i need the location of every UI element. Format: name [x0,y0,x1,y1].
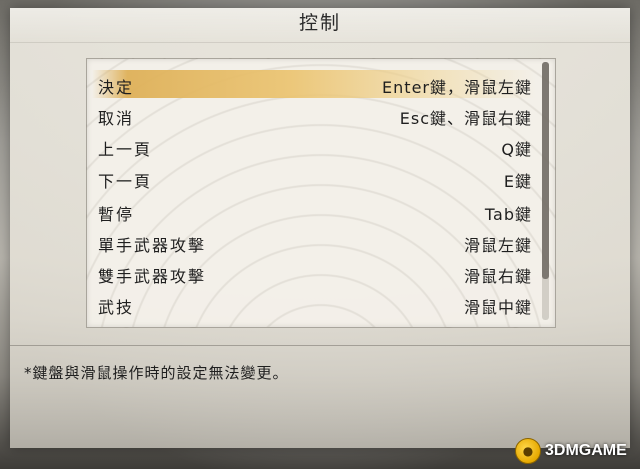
divider [10,345,630,346]
binding-action-label: 武技 [98,298,135,317]
binding-row-one-hand-attack[interactable]: 單手武器攻擊 滑鼠左鍵 [92,228,536,256]
watermark-logo: ● 3DMGAME [515,438,635,464]
binding-key-value: E鍵 [503,172,532,191]
binding-action-label: 上一頁 [98,140,153,159]
binding-key-value: 滑鼠中鍵 [463,298,532,317]
dialog-title: 控制 [298,12,341,34]
binding-key-value: 滑鼠右鍵 [463,267,532,286]
list-scrollbar[interactable] [542,62,549,320]
footnote: *鍵盤與滑鼠操作時的設定無法變更。 [24,364,289,382]
binding-action-label: 取消 [98,109,135,128]
binding-action-label: 決定 [98,78,135,97]
binding-row-confirm[interactable]: 決定 Enter鍵，滑鼠左鍵 [92,70,536,98]
binding-row-cancel[interactable]: 取消 Esc鍵、滑鼠右鍵 [92,101,536,129]
binding-key-value: Esc鍵、滑鼠右鍵 [399,109,532,128]
binding-action-label: 雙手武器攻擊 [98,267,207,286]
binding-action-label: 下一頁 [98,172,153,191]
binding-key-value: 滑鼠左鍵 [463,236,532,255]
binding-action-label: 單手武器攻擊 [98,236,207,255]
scrollbar-thumb[interactable] [542,62,549,279]
binding-key-value: Tab鍵 [484,205,532,224]
binding-key-value: Q鍵 [501,140,532,159]
3dm-logo-icon: ● [515,438,541,464]
binding-row-pause[interactable]: 暫停 Tab鍵 [92,197,536,225]
binding-row-next-page[interactable]: 下一頁 E鍵 [92,164,536,192]
binding-action-label: 暫停 [98,205,135,224]
binding-row-two-hand-attack[interactable]: 雙手武器攻擊 滑鼠右鍵 [92,259,536,287]
binding-row-prev-page[interactable]: 上一頁 Q鍵 [92,132,536,160]
binding-key-value: Enter鍵，滑鼠左鍵 [382,78,532,97]
binding-row-weapon-art[interactable]: 武技 滑鼠中鍵 [92,290,536,318]
key-binding-list [86,58,556,328]
watermark-text: 3DMGAME [545,442,627,459]
